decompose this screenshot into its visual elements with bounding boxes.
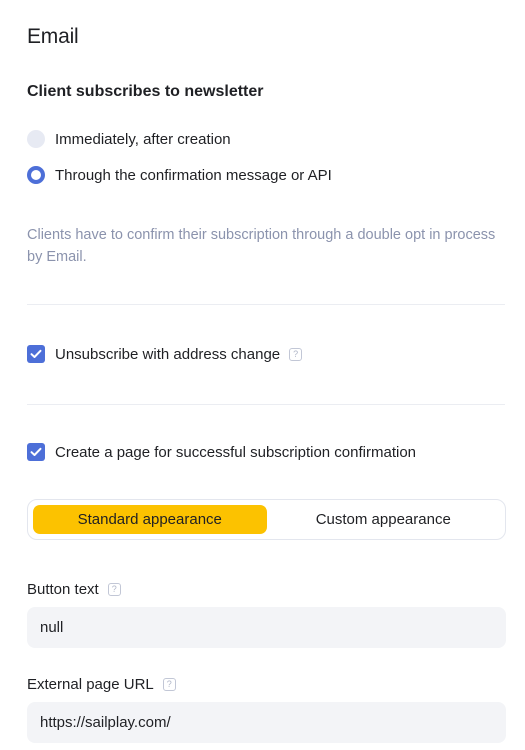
radio-option-confirmation[interactable]: Through the confirmation message or API [27,166,332,184]
external-url-label-row: External page URL ? [27,676,176,693]
button-text-input[interactable] [27,607,506,648]
custom-appearance-button[interactable]: Custom appearance [267,505,501,534]
checkbox-checked-icon[interactable] [27,443,45,461]
external-url-label: External page URL [27,676,154,693]
confirmation-page-label: Create a page for successful subscriptio… [55,443,417,461]
button-text-label-row: Button text ? [27,581,121,598]
section-title: Email [27,25,79,48]
radio-option-label: Through the confirmation message or API [55,166,332,184]
radio-unselected-icon[interactable] [27,130,45,148]
unsubscribe-label: Unsubscribe with address change [55,345,281,363]
standard-appearance-button[interactable]: Standard appearance [33,505,267,534]
confirmation-page-checkbox-row[interactable]: Create a page for successful subscriptio… [27,443,416,461]
radio-option-label: Immediately, after creation [55,130,231,148]
radio-option-immediately[interactable]: Immediately, after creation [27,130,231,148]
radio-selected-icon[interactable] [27,166,45,184]
subscription-hint: Clients have to confirm their subscripti… [27,227,496,265]
button-text-label: Button text [27,581,99,598]
help-icon[interactable]: ? [289,347,303,361]
unsubscribe-checkbox-row[interactable]: Unsubscribe with address change ? [27,345,303,363]
help-icon[interactable]: ? [162,678,176,691]
checkbox-checked-icon[interactable] [27,345,45,363]
appearance-segmented-control: Standard appearance Custom appearance [27,499,506,540]
divider [27,304,505,305]
help-icon[interactable]: ? [107,583,121,596]
external-url-input[interactable] [27,702,506,743]
divider [27,404,505,405]
subscription-group-title: Client subscribes to newsletter [27,83,264,100]
